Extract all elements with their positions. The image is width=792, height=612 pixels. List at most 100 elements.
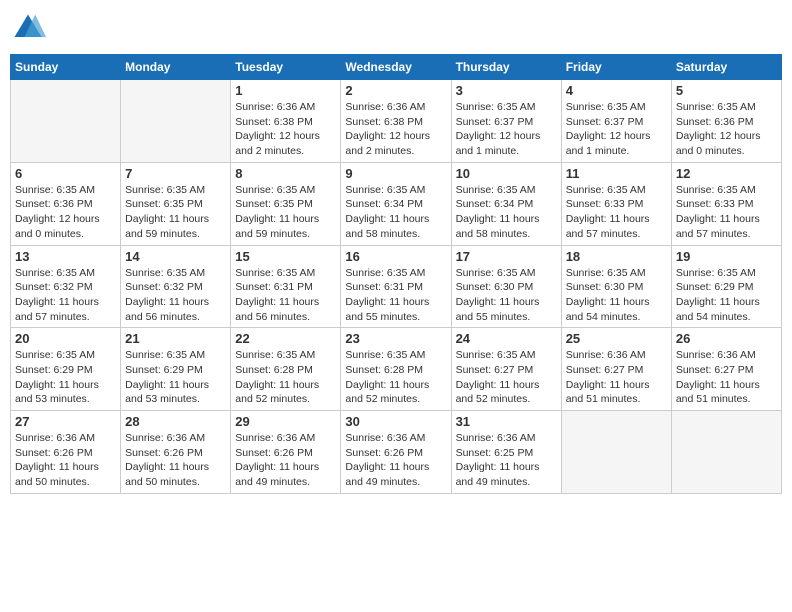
day-number: 6 [15,166,116,181]
calendar-cell: 31 Sunrise: 6:36 AMSunset: 6:25 PMDayligh… [451,411,561,494]
day-number: 18 [566,249,667,264]
day-number: 14 [125,249,226,264]
week-row-3: 13 Sunrise: 6:35 AMSunset: 6:32 PMDayligh… [11,245,782,328]
calendar: SundayMondayTuesdayWednesdayThursdayFrid… [10,54,782,494]
day-number: 29 [235,414,336,429]
day-number: 3 [456,83,557,98]
day-info: Sunrise: 6:36 AMSunset: 6:26 PMDaylight:… [125,431,226,490]
day-number: 28 [125,414,226,429]
day-info: Sunrise: 6:35 AMSunset: 6:29 PMDaylight:… [15,348,116,407]
day-number: 27 [15,414,116,429]
day-number: 12 [676,166,777,181]
day-info: Sunrise: 6:35 AMSunset: 6:28 PMDaylight:… [235,348,336,407]
day-number: 24 [456,331,557,346]
col-header-wednesday: Wednesday [341,55,451,80]
day-number: 8 [235,166,336,181]
calendar-cell: 27 Sunrise: 6:36 AMSunset: 6:26 PMDayligh… [11,411,121,494]
col-header-saturday: Saturday [671,55,781,80]
day-info: Sunrise: 6:35 AMSunset: 6:30 PMDaylight:… [566,266,667,325]
day-info: Sunrise: 6:35 AMSunset: 6:28 PMDaylight:… [345,348,446,407]
calendar-cell: 28 Sunrise: 6:36 AMSunset: 6:26 PMDayligh… [121,411,231,494]
day-info: Sunrise: 6:36 AMSunset: 6:26 PMDaylight:… [345,431,446,490]
day-info: Sunrise: 6:35 AMSunset: 6:31 PMDaylight:… [345,266,446,325]
calendar-cell: 2Sunrise: 6:36 AMSunset: 6:38 PMDaylight… [341,80,451,163]
day-info: Sunrise: 6:36 AMSunset: 6:26 PMDaylight:… [15,431,116,490]
calendar-cell [121,80,231,163]
calendar-cell: 21Sunrise: 6:35 AMSunset: 6:29 PMDayligh… [121,328,231,411]
col-header-monday: Monday [121,55,231,80]
calendar-cell: 20 Sunrise: 6:35 AMSunset: 6:29 PMDayligh… [11,328,121,411]
calendar-cell: 12Sunrise: 6:35 AMSunset: 6:33 PMDayligh… [671,162,781,245]
calendar-cell: 22 Sunrise: 6:35 AMSunset: 6:28 PMDayligh… [231,328,341,411]
week-row-1: 1 Sunrise: 6:36 AMSunset: 6:38 PMDaylight… [11,80,782,163]
day-info: Sunrise: 6:36 AMSunset: 6:27 PMDaylight:… [676,348,777,407]
logo [10,10,50,46]
day-number: 30 [345,414,446,429]
day-info: Sunrise: 6:35 AMSunset: 6:37 PMDaylight:… [456,100,557,159]
calendar-cell: 9 Sunrise: 6:35 AMSunset: 6:34 PMDaylight… [341,162,451,245]
calendar-cell: 8Sunrise: 6:35 AMSunset: 6:35 PMDaylight… [231,162,341,245]
day-number: 23 [345,331,446,346]
calendar-cell: 11 Sunrise: 6:35 AMSunset: 6:33 PMDayligh… [561,162,671,245]
calendar-header-row: SundayMondayTuesdayWednesdayThursdayFrid… [11,55,782,80]
calendar-cell: 14Sunrise: 6:35 AMSunset: 6:32 PMDayligh… [121,245,231,328]
day-info: Sunrise: 6:35 AMSunset: 6:34 PMDaylight:… [456,183,557,242]
day-info: Sunrise: 6:36 AMSunset: 6:38 PMDaylight:… [235,100,336,159]
calendar-cell: 18 Sunrise: 6:35 AMSunset: 6:30 PMDayligh… [561,245,671,328]
day-info: Sunrise: 6:35 AMSunset: 6:32 PMDaylight:… [15,266,116,325]
day-number: 7 [125,166,226,181]
day-number: 17 [456,249,557,264]
day-info: Sunrise: 6:35 AMSunset: 6:37 PMDaylight:… [566,100,667,159]
day-number: 11 [566,166,667,181]
day-info: Sunrise: 6:35 AMSunset: 6:35 PMDaylight:… [125,183,226,242]
calendar-cell: 10 Sunrise: 6:35 AMSunset: 6:34 PMDayligh… [451,162,561,245]
calendar-cell: 5Sunrise: 6:35 AMSunset: 6:36 PMDaylight… [671,80,781,163]
day-info: Sunrise: 6:35 AMSunset: 6:36 PMDaylight:… [676,100,777,159]
calendar-cell: 3 Sunrise: 6:35 AMSunset: 6:37 PMDaylight… [451,80,561,163]
calendar-cell: 4 Sunrise: 6:35 AMSunset: 6:37 PMDaylight… [561,80,671,163]
day-number: 20 [15,331,116,346]
col-header-sunday: Sunday [11,55,121,80]
day-info: Sunrise: 6:35 AMSunset: 6:31 PMDaylight:… [235,266,336,325]
day-number: 9 [345,166,446,181]
day-number: 22 [235,331,336,346]
calendar-cell: 15 Sunrise: 6:35 AMSunset: 6:31 PMDayligh… [231,245,341,328]
day-number: 10 [456,166,557,181]
day-info: Sunrise: 6:35 AMSunset: 6:27 PMDaylight:… [456,348,557,407]
day-number: 26 [676,331,777,346]
day-number: 13 [15,249,116,264]
calendar-cell: 25 Sunrise: 6:36 AMSunset: 6:27 PMDayligh… [561,328,671,411]
day-info: Sunrise: 6:35 AMSunset: 6:34 PMDaylight:… [345,183,446,242]
day-info: Sunrise: 6:35 AMSunset: 6:29 PMDaylight:… [676,266,777,325]
page-header [10,10,782,46]
logo-icon [10,10,46,46]
day-number: 15 [235,249,336,264]
day-number: 2 [345,83,446,98]
calendar-cell: 29 Sunrise: 6:36 AMSunset: 6:26 PMDayligh… [231,411,341,494]
week-row-5: 27 Sunrise: 6:36 AMSunset: 6:26 PMDayligh… [11,411,782,494]
day-number: 31 [456,414,557,429]
day-info: Sunrise: 6:35 AMSunset: 6:30 PMDaylight:… [456,266,557,325]
calendar-cell: 16 Sunrise: 6:35 AMSunset: 6:31 PMDayligh… [341,245,451,328]
col-header-friday: Friday [561,55,671,80]
day-info: Sunrise: 6:36 AMSunset: 6:26 PMDaylight:… [235,431,336,490]
day-info: Sunrise: 6:36 AMSunset: 6:27 PMDaylight:… [566,348,667,407]
calendar-cell [11,80,121,163]
calendar-cell [671,411,781,494]
day-number: 1 [235,83,336,98]
calendar-cell: 19Sunrise: 6:35 AMSunset: 6:29 PMDayligh… [671,245,781,328]
calendar-cell: 6Sunrise: 6:35 AMSunset: 6:36 PMDaylight… [11,162,121,245]
calendar-cell: 17 Sunrise: 6:35 AMSunset: 6:30 PMDayligh… [451,245,561,328]
day-info: Sunrise: 6:36 AMSunset: 6:25 PMDaylight:… [456,431,557,490]
day-number: 4 [566,83,667,98]
day-number: 21 [125,331,226,346]
day-info: Sunrise: 6:35 AMSunset: 6:33 PMDaylight:… [566,183,667,242]
day-number: 25 [566,331,667,346]
calendar-cell: 23 Sunrise: 6:35 AMSunset: 6:28 PMDayligh… [341,328,451,411]
day-number: 16 [345,249,446,264]
week-row-2: 6Sunrise: 6:35 AMSunset: 6:36 PMDaylight… [11,162,782,245]
calendar-cell: 1 Sunrise: 6:36 AMSunset: 6:38 PMDaylight… [231,80,341,163]
calendar-cell: 24 Sunrise: 6:35 AMSunset: 6:27 PMDayligh… [451,328,561,411]
col-header-tuesday: Tuesday [231,55,341,80]
col-header-thursday: Thursday [451,55,561,80]
